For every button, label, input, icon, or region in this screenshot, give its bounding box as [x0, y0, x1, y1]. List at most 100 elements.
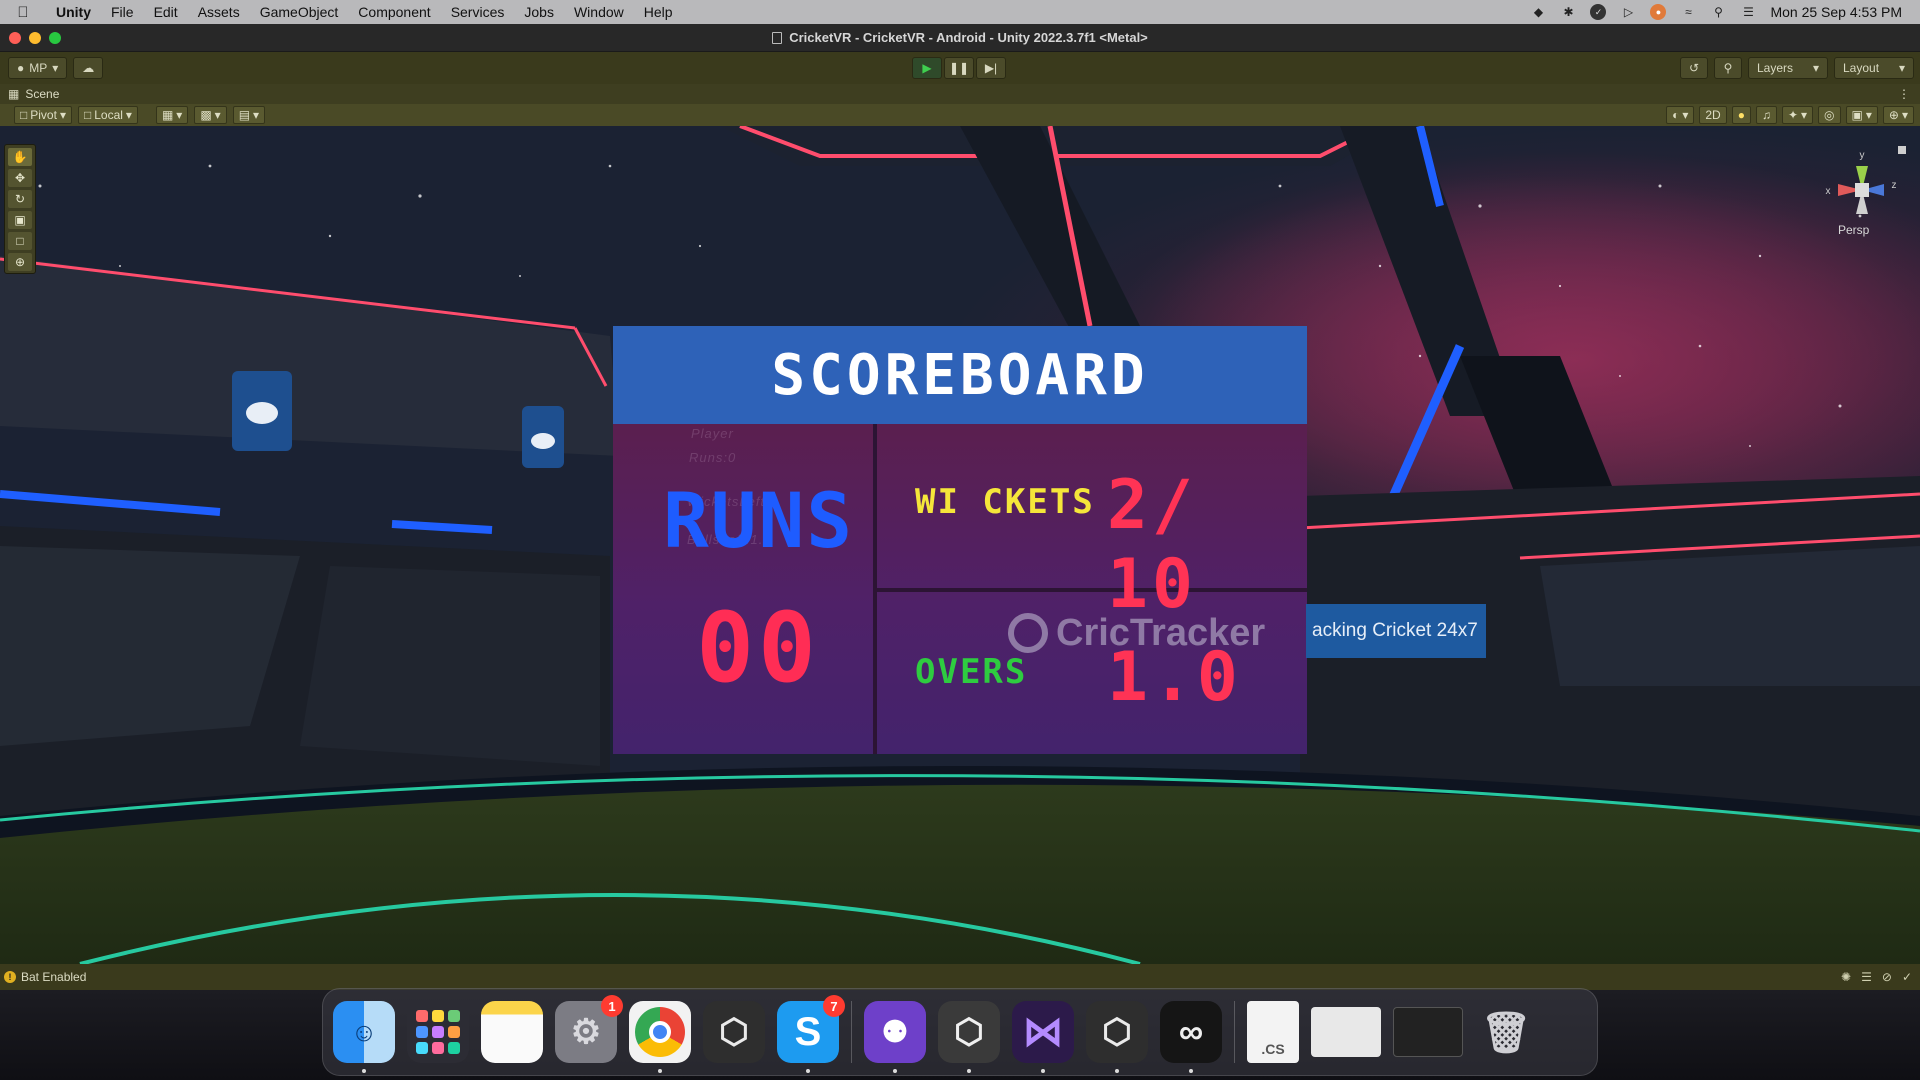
dock-separator: [851, 1001, 852, 1063]
search-button[interactable]: ⚲: [1714, 57, 1742, 79]
hand-tool-icon[interactable]: ✋: [8, 148, 32, 166]
snap-icon: ▤: [238, 108, 251, 122]
status-message[interactable]: Bat Enabled: [21, 970, 86, 984]
unity-status-icon[interactable]: ◆: [1530, 4, 1546, 20]
lighting-toggle[interactable]: ●: [1731, 106, 1751, 124]
hidden-objects-toggle[interactable]: ◎: [1818, 106, 1841, 124]
cs-file-icon[interactable]: .CS: [1247, 1001, 1299, 1063]
minimize-window-button[interactable]: [29, 32, 41, 44]
scene-toolbar: □ Pivot ▾ □ Local ▾ ▦ ▾ ▩ ▾ ▤ ▾ ◐ ▾ 2D ● ♫ ✦…: [0, 104, 1920, 126]
pause-button[interactable]: ❚❚: [944, 57, 974, 79]
macos-dock: ☺ ⚙ 1 ⬡ S 7 ⚉ ⬡ ⋈ ⬡ ∞ .CS 🗑: [322, 988, 1598, 1076]
tab-scene[interactable]: Scene: [25, 87, 59, 101]
play-button[interactable]: ▶: [912, 57, 942, 79]
menu-app-unity[interactable]: Unity: [46, 4, 101, 20]
increment-snap-dropdown[interactable]: ▤ ▾: [232, 106, 266, 124]
menu-help[interactable]: Help: [634, 4, 683, 20]
scale-tool-icon[interactable]: ▣: [8, 211, 32, 229]
effects-icon: ✦: [1787, 108, 1799, 122]
runs-label: RUNS: [663, 476, 855, 565]
bluetooth-icon[interactable]: ✱: [1560, 4, 1576, 20]
account-dropdown[interactable]: ● MP ▾: [8, 57, 68, 79]
menu-assets[interactable]: Assets: [188, 4, 250, 20]
apple-menu-icon[interactable]: : [0, 4, 46, 21]
unity-hub-icon[interactable]: ⬡: [703, 1001, 765, 1063]
skype-icon[interactable]: S 7: [777, 995, 845, 1073]
wifi-icon[interactable]: ≈: [1680, 4, 1696, 20]
camera-dropdown[interactable]: ▣ ▾: [1845, 106, 1878, 124]
history-button[interactable]: ↺: [1680, 57, 1708, 79]
recent-screenshot-thumbnail[interactable]: [1393, 1007, 1463, 1057]
spotlight-search-icon[interactable]: ⚲: [1710, 4, 1726, 20]
grid-snapping-dropdown[interactable]: ▦ ▾: [155, 106, 189, 124]
unity-editor-icon[interactable]: ⬡: [938, 1001, 1000, 1073]
menu-window[interactable]: Window: [564, 4, 634, 20]
rotate-tool-icon[interactable]: ↻: [8, 190, 32, 208]
cloud-icon: ☁: [82, 61, 95, 75]
check-circle-icon[interactable]: ✓: [1902, 970, 1912, 984]
menu-clock[interactable]: Mon 25 Sep 4:53 PM: [1770, 4, 1902, 20]
effects-dropdown[interactable]: ✦ ▾: [1781, 106, 1814, 124]
stadium-banner: acking Cricket 24x7: [1306, 604, 1486, 658]
macos-menu-bar:  Unity File Edit Assets GameObject Comp…: [0, 0, 1920, 24]
launchpad-icon[interactable]: [407, 1001, 469, 1063]
system-settings-icon[interactable]: ⚙ 1: [555, 995, 623, 1063]
menu-jobs[interactable]: Jobs: [514, 4, 564, 20]
meta-quest-icon[interactable]: ∞: [1160, 1001, 1222, 1073]
github-desktop-icon[interactable]: ⚉: [864, 1001, 926, 1073]
app-status-icon[interactable]: ●: [1650, 4, 1667, 20]
chevron-down-icon: ▾: [1682, 108, 1689, 122]
rect-tool-icon[interactable]: □: [8, 232, 32, 250]
search-icon: ⚲: [1723, 61, 1733, 75]
play-status-icon[interactable]: ▷: [1620, 4, 1636, 20]
layers-dropdown[interactable]: Layers ▾: [1748, 57, 1828, 79]
maximize-window-button[interactable]: [49, 32, 61, 44]
chevron-down-icon: ▾: [176, 108, 183, 122]
transform-tool-icon[interactable]: ⊕: [8, 253, 32, 271]
chevron-down-icon: ▾: [1898, 61, 1905, 75]
checkmark-status-icon[interactable]: ✓: [1590, 4, 1607, 20]
menu-file[interactable]: File: [101, 4, 144, 20]
chrome-icon[interactable]: [629, 1001, 691, 1073]
runs-value: 00: [696, 592, 820, 704]
control-center-icon[interactable]: ☰: [1740, 4, 1756, 20]
debug-icon[interactable]: ✺: [1841, 970, 1851, 984]
more-options-icon[interactable]: ⋮: [1898, 87, 1910, 101]
menu-services[interactable]: Services: [441, 4, 515, 20]
audio-toggle[interactable]: ♫: [1755, 106, 1777, 124]
scene-tab-bar: ▦ Scene ⋮: [0, 84, 1920, 104]
shading-icon: ◐: [1672, 108, 1680, 122]
running-indicator: [806, 1069, 810, 1073]
cs-file-label: .CS: [1261, 1041, 1285, 1057]
stack-icon[interactable]: ☰: [1861, 970, 1872, 984]
close-window-button[interactable]: [9, 32, 21, 44]
unity-icon[interactable]: ⬡: [1086, 1001, 1148, 1073]
chevron-down-icon: ▾: [125, 108, 132, 122]
notes-icon[interactable]: [481, 1001, 543, 1063]
lightbulb-icon: ●: [1737, 108, 1745, 122]
local-dropdown[interactable]: □ Local ▾: [77, 106, 138, 124]
watermark-text: CricTracker: [1056, 611, 1266, 654]
toggle-2d-button[interactable]: 2D: [1699, 106, 1727, 124]
layout-dropdown[interactable]: Layout ▾: [1834, 57, 1914, 79]
menu-gameobject[interactable]: GameObject: [250, 4, 349, 20]
finder-icon[interactable]: ☺: [333, 1001, 395, 1073]
menu-component[interactable]: Component: [348, 4, 440, 20]
draw-mode-dropdown[interactable]: ◐ ▾: [1666, 106, 1695, 124]
auto-generate-off-icon[interactable]: ⊘: [1882, 970, 1892, 984]
gizmos-dropdown[interactable]: ⊕ ▾: [1882, 106, 1914, 124]
step-button[interactable]: ▶|: [976, 57, 1006, 79]
scene-viewport[interactable]: ✋ ✥ ↻ ▣ □ ⊕ y x z Persp SCOREBOARD Playe…: [0, 126, 1920, 964]
move-tool-icon[interactable]: ✥: [8, 169, 32, 187]
grid-visibility-dropdown[interactable]: ▩ ▾: [194, 106, 227, 124]
visual-studio-icon[interactable]: ⋈: [1012, 1001, 1074, 1073]
trash-icon[interactable]: 🗑: [1475, 1001, 1537, 1063]
running-indicator: [1189, 1069, 1193, 1073]
projection-label[interactable]: Persp: [1838, 223, 1869, 237]
chevron-down-icon: ▾: [214, 108, 221, 122]
chrome-logo: [635, 1007, 685, 1057]
menu-edit[interactable]: Edit: [144, 4, 188, 20]
pivot-dropdown[interactable]: □ Pivot ▾: [14, 106, 72, 124]
cloud-button[interactable]: ☁: [73, 57, 104, 79]
recent-document-thumbnail[interactable]: [1311, 1007, 1381, 1057]
